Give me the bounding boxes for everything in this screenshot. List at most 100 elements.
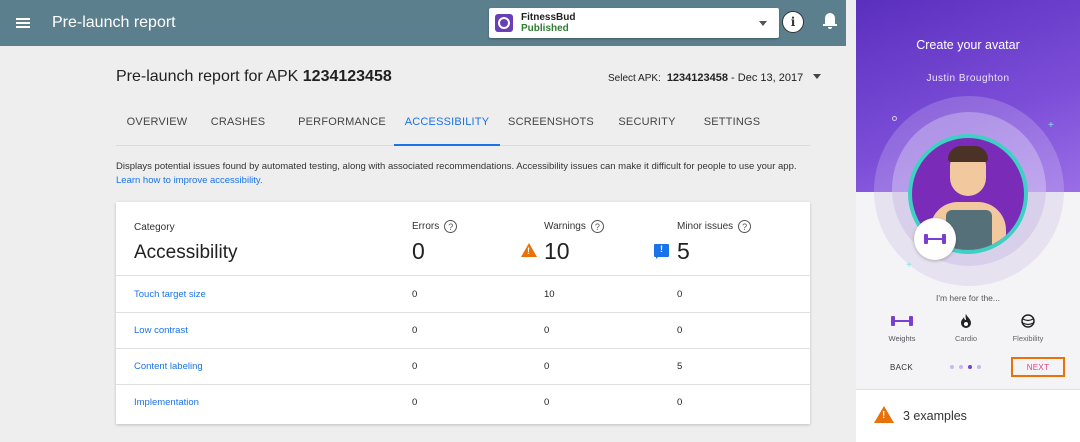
dumbbell-icon — [872, 312, 932, 330]
learn-more-link[interactable]: Learn how to improve accessibility. — [116, 175, 263, 186]
apk-select-label: Select APK: — [608, 73, 661, 84]
app-screenshot-panel: + Create your avatar Justin Broughton + … — [856, 0, 1080, 442]
apk-select-date: - Dec 13, 2017 — [728, 72, 804, 84]
app-logo-icon — [495, 14, 513, 32]
info-icon: i — [790, 15, 796, 29]
chevron-down-icon — [813, 74, 822, 79]
page-title: Pre-launch report — [52, 14, 176, 31]
info-button[interactable]: i — [782, 11, 804, 33]
help-icon[interactable]: ? — [590, 220, 604, 233]
category-value: Accessibility — [134, 242, 238, 263]
chevron-down-icon — [759, 21, 767, 26]
page-dot — [959, 365, 963, 369]
errors-value: 0 — [412, 238, 425, 264]
warnings-cell: 0 — [544, 397, 550, 408]
flame-icon — [936, 312, 996, 330]
warning-glyph: ! — [882, 410, 886, 421]
notifications-bell-icon[interactable] — [823, 13, 837, 29]
tab-crashes[interactable]: CRASHES — [198, 104, 278, 146]
warnings-label-text: Warnings — [544, 221, 586, 232]
minor-cell: 0 — [677, 289, 683, 300]
table-row[interactable]: Touch target size 0 10 0 — [116, 277, 810, 313]
category-label: Category — [134, 222, 175, 233]
apk-selector[interactable]: Select APK: 1234123458 - Dec 13, 2017 — [608, 72, 822, 84]
warnings-label: Warnings ? — [544, 220, 604, 233]
sparkle-icon: + — [1048, 120, 1054, 131]
errors-label-text: Errors — [412, 221, 440, 232]
dumbbell-icon — [924, 234, 946, 244]
report-heading-prefix: Pre-launch report for APK — [116, 68, 303, 85]
warnings-cell: 10 — [544, 289, 555, 300]
errors-cell: 0 — [412, 361, 418, 372]
minor-cell: 5 — [677, 361, 683, 372]
minor-cell: 0 — [677, 397, 683, 408]
app-picker-text: FitnessBud Published — [521, 12, 575, 34]
apk-select-value: 1234123458 - Dec 13, 2017 — [667, 72, 803, 84]
menu-button[interactable] — [0, 0, 46, 46]
report-heading-apk: 1234123458 — [302, 68, 392, 85]
table-row[interactable]: Implementation 0 0 0 — [116, 385, 810, 421]
app-name: FitnessBud — [521, 12, 576, 23]
errors-cell: 0 — [412, 289, 418, 300]
minor-issues-value: 5 — [677, 238, 690, 264]
minor-cell: 0 — [677, 325, 683, 336]
issue-link[interactable]: Content labeling — [134, 361, 203, 372]
page-dot — [977, 365, 981, 369]
sparkle-icon: + — [906, 260, 912, 271]
description: Displays potential issues found by autom… — [116, 160, 816, 188]
tab-screenshots[interactable]: SCREENSHOTS — [506, 104, 596, 146]
app-status: Published — [521, 23, 569, 34]
warnings-cell: 0 — [544, 361, 550, 372]
page-indicator — [950, 365, 981, 369]
yoga-ball-icon — [998, 312, 1058, 330]
tab-security[interactable]: SECURITY — [606, 104, 688, 146]
minor-label-text: Minor issues — [677, 221, 734, 232]
sparkle-icon — [892, 116, 897, 121]
option-weights[interactable]: Weights — [872, 312, 932, 343]
errors-label: Errors ? — [412, 220, 458, 233]
screen: Pre-launch report FitnessBud Published i… — [0, 0, 1080, 442]
help-icon[interactable]: ? — [738, 220, 752, 233]
weights-badge — [914, 218, 956, 260]
issue-link[interactable]: Low contrast — [134, 325, 188, 336]
option-label: Flexibility — [1012, 334, 1044, 343]
apk-select-number: 1234123458 — [666, 72, 728, 84]
examples-count: 3 examples — [903, 409, 967, 423]
table-row[interactable]: Content labeling 0 0 5 — [116, 349, 810, 385]
app-picker[interactable]: FitnessBud Published — [489, 8, 779, 38]
page-dot-active — [968, 365, 972, 369]
issue-link[interactable]: Implementation — [134, 397, 199, 408]
avatar-title: Create your avatar — [916, 38, 1020, 52]
feedback-icon: ! — [654, 244, 669, 259]
option-label: Cardio — [954, 334, 978, 343]
option-cardio[interactable]: Cardio — [936, 312, 996, 343]
table-row[interactable]: Low contrast 0 0 0 — [116, 313, 810, 349]
feedback-glyph: ! — [660, 244, 663, 254]
option-label: Weights — [888, 334, 916, 343]
issue-link[interactable]: Touch target size — [134, 289, 206, 300]
warnings-cell: 0 — [544, 325, 550, 336]
warning-icon: ! — [521, 243, 537, 257]
hamburger-icon — [16, 18, 30, 28]
errors-cell: 0 — [412, 325, 418, 336]
avatar-user-name: Justin Broughton — [926, 73, 1010, 84]
here-for-prompt: I'm here for the... — [936, 293, 1000, 303]
page-dot — [950, 365, 954, 369]
warning-icon: ! — [874, 406, 894, 423]
warning-glyph: ! — [527, 246, 530, 256]
back-button[interactable]: BACK — [890, 363, 913, 372]
tab-accessibility[interactable]: ACCESSIBILITY — [394, 104, 500, 146]
tab-settings[interactable]: SETTINGS — [696, 104, 768, 146]
tab-performance[interactable]: PERFORMANCE — [278, 104, 406, 146]
next-button[interactable]: NEXT — [1011, 357, 1065, 377]
top-app-bar: Pre-launch report FitnessBud Published i — [0, 0, 846, 46]
description-text: Displays potential issues found by autom… — [116, 161, 797, 172]
tab-overview[interactable]: OVERVIEW — [116, 104, 198, 146]
minor-issues-label: Minor issues ? — [677, 220, 752, 233]
errors-cell: 0 — [412, 397, 418, 408]
option-flexibility[interactable]: Flexibility — [998, 312, 1058, 343]
report-heading: Pre-launch report for APK 1234123458 — [116, 68, 392, 86]
help-icon[interactable]: ? — [444, 220, 458, 233]
warnings-value: 10 — [544, 238, 570, 264]
examples-footer[interactable]: ! 3 examples — [856, 389, 1080, 442]
